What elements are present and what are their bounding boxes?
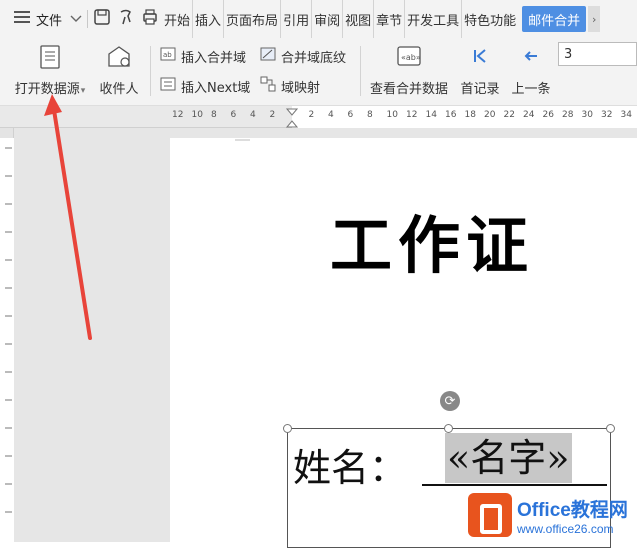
field-map-icon (260, 76, 276, 96)
ruler-tick-label: 4 (250, 110, 256, 120)
record-number-input[interactable]: 3 (558, 42, 637, 66)
menu-bar: 文件 开始 插入 页面布局 引用 审阅 视图 章节 开发工具 特色功能 邮件合并… (0, 0, 637, 38)
divider (360, 46, 361, 96)
ruler-tick-label: 10 (191, 110, 203, 120)
datasource-icon (38, 44, 62, 74)
tab-insert[interactable]: 插入 (193, 0, 225, 38)
ruler-tick-label: 10 (386, 110, 398, 120)
tab-references[interactable]: 引用 (281, 0, 313, 38)
ruler-tick-label: 12 (406, 110, 418, 120)
field-mapping-button[interactable]: 域映射 (260, 76, 320, 96)
svg-text:«ab»: «ab» (401, 53, 421, 62)
watermark: Office教程网 www.office26.com (468, 488, 637, 542)
ruler-tick-label: 18 (464, 110, 476, 120)
ruler-tick-label: 34 (620, 110, 632, 120)
ruler-tick-label: 28 (562, 110, 574, 120)
view-merged-data-label: 查看合并数据 (369, 82, 448, 97)
insert-merge-field-label: 插入合并域 (181, 50, 247, 66)
insert-merge-field-button[interactable]: ab 插入合并域 (160, 46, 246, 66)
shading-icon (260, 46, 276, 66)
ruler-tick-label: 14 (425, 110, 437, 120)
chevron-right-icon[interactable]: › (588, 6, 601, 32)
merge-field[interactable]: «名字» (445, 433, 572, 483)
ruler-tick-label: 8 (211, 110, 217, 120)
envelope-person-icon (105, 44, 133, 74)
first-record-label: 首记录 (460, 82, 500, 97)
divider (150, 46, 151, 96)
rotate-handle-icon[interactable]: ⟳ (440, 391, 460, 411)
print-button[interactable] (138, 0, 162, 38)
merge-field-icon: ab (160, 46, 176, 66)
first-record-icon (470, 44, 490, 72)
resize-handle[interactable] (606, 424, 615, 433)
vertical-ruler[interactable] (0, 128, 14, 542)
insert-next-field-label: 插入Next域 (181, 80, 251, 96)
first-record-button[interactable]: 首记录 (458, 44, 502, 97)
insert-next-field-button[interactable]: 插入Next域 (160, 76, 250, 96)
tab-section[interactable]: 章节 (374, 0, 406, 38)
view-merged-data-button[interactable]: «ab» 查看合并数据 (366, 44, 452, 97)
view-merged-icon: «ab» (396, 44, 422, 72)
name-label: 姓名： (293, 446, 408, 490)
tab-developer[interactable]: 开发工具 (405, 0, 463, 38)
ruler-tick-label: 20 (484, 110, 496, 120)
chevron-down-icon (70, 12, 82, 27)
red-arrow-annotation (44, 94, 92, 340)
office-logo-icon (468, 493, 512, 537)
next-field-icon (160, 76, 176, 96)
ruler-tick-label: 32 (601, 110, 613, 120)
tab-features[interactable]: 特色功能 (462, 0, 518, 38)
merge-field-shading-button[interactable]: 合并域底纹 (260, 46, 346, 66)
file-menu-label: 文件 (36, 13, 63, 29)
tab-view[interactable]: 视图 (343, 0, 375, 38)
ruler-tick-label: 12 (172, 110, 184, 120)
format-painter-icon (117, 8, 135, 30)
save-button[interactable] (90, 0, 114, 38)
tab-page-layout[interactable]: 页面布局 (224, 0, 282, 38)
file-menu[interactable]: 文件 (0, 0, 85, 38)
resize-handle[interactable] (283, 424, 292, 433)
watermark-brand: Office教程网 (517, 499, 628, 521)
field-mapping-label: 域映射 (281, 80, 321, 96)
watermark-url: www.office26.com (517, 521, 614, 536)
tab-home[interactable]: 开始 (162, 0, 194, 38)
printer-icon (141, 8, 159, 30)
ruler-tick-label: 30 (581, 110, 593, 120)
format-painter-button[interactable] (114, 0, 138, 38)
tab-mail-merge[interactable]: 邮件合并 (522, 6, 587, 32)
watermark-text: Office教程网 www.office26.com (517, 495, 628, 536)
hamburger-icon (14, 11, 30, 27)
merge-field-shading-label: 合并域底纹 (281, 50, 347, 66)
ruler-tick-label: 26 (542, 110, 554, 120)
ruler-tick-label: 6 (230, 110, 237, 120)
ruler-tick-label: 24 (523, 110, 535, 120)
document-title[interactable]: 工作证 (330, 195, 534, 285)
ruler-tick-label: 8 (367, 110, 373, 120)
resize-handle[interactable] (444, 424, 453, 433)
ruler-tick-label: 4 (328, 110, 334, 120)
ruler-tick-label: 2 (308, 110, 315, 120)
arrow-left-icon (521, 44, 541, 72)
divider (87, 10, 89, 28)
ruler-tick-label: 22 (503, 110, 515, 120)
save-icon (93, 8, 111, 30)
tab-review[interactable]: 审阅 (312, 0, 344, 38)
record-number-value: 3 (564, 46, 573, 62)
ruler-tick-label: 6 (347, 110, 354, 120)
svg-text:ab: ab (163, 51, 172, 59)
prev-record-button[interactable]: 上一条 (509, 44, 553, 97)
prev-record-label: 上一条 (511, 82, 551, 97)
ruler-tick-label: 2 (269, 110, 276, 120)
name-underline (422, 484, 607, 486)
ruler-tick-label: 16 (445, 110, 457, 120)
vertical-ruler-ticks (0, 138, 14, 542)
